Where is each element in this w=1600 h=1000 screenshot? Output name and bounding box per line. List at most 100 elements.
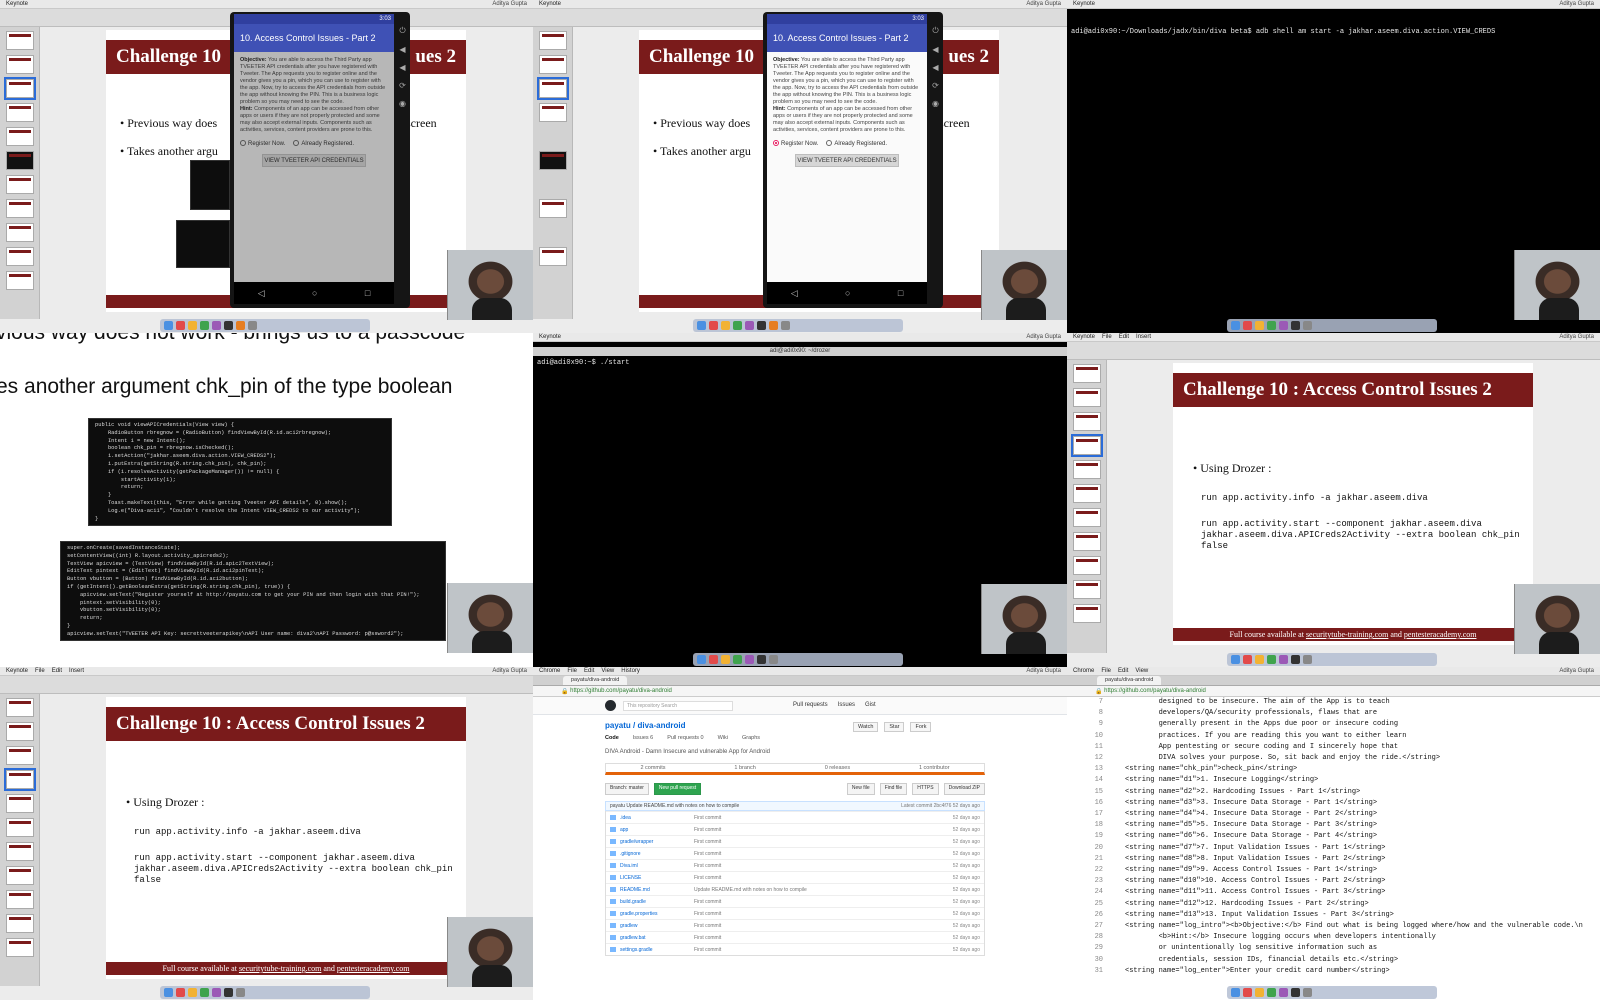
slide-thumbnail[interactable] bbox=[539, 151, 567, 170]
address-bar[interactable]: 🔒 https://github.com/payatu/diva-android bbox=[533, 686, 1067, 697]
line-number[interactable]: 24 bbox=[1077, 887, 1103, 898]
slide-thumbnail[interactable] bbox=[4, 77, 36, 100]
file-name[interactable]: .idea bbox=[620, 815, 694, 821]
file-name[interactable]: Diva.iml bbox=[620, 863, 694, 869]
file-name[interactable]: gradlew.bat bbox=[620, 935, 694, 941]
app-icon[interactable] bbox=[212, 988, 221, 997]
line-number[interactable]: 26 bbox=[1077, 910, 1103, 921]
tab-wiki[interactable]: Wiki bbox=[718, 735, 728, 741]
finder-icon[interactable] bbox=[1231, 988, 1240, 997]
back-icon[interactable]: ◁ bbox=[791, 288, 798, 299]
file-commit-message[interactable]: First commit bbox=[694, 935, 930, 941]
camera-icon[interactable]: ◉ bbox=[399, 99, 406, 108]
app-icon[interactable] bbox=[721, 655, 730, 664]
new-pull-request-button[interactable]: New pull request bbox=[653, 783, 702, 795]
footer-link-securitytube[interactable]: securitytube-training.com bbox=[1306, 630, 1388, 639]
line-number[interactable]: 18 bbox=[1077, 820, 1103, 831]
power-icon[interactable]: ⏻ bbox=[932, 26, 938, 36]
footer-link-pentesteracademy[interactable]: pentesteracademy.com bbox=[1404, 630, 1477, 639]
nav-gist[interactable]: Gist bbox=[865, 702, 876, 708]
app-icon[interactable] bbox=[709, 321, 718, 330]
camera-icon[interactable]: ◉ bbox=[932, 99, 939, 108]
home-icon[interactable]: ○ bbox=[312, 288, 317, 298]
slide-thumbnail[interactable] bbox=[6, 247, 34, 266]
menu-label[interactable]: File bbox=[35, 668, 45, 674]
new-file-button[interactable]: New file bbox=[846, 783, 875, 795]
slide-thumbnail[interactable] bbox=[537, 77, 569, 100]
line-number[interactable]: 7 bbox=[1077, 697, 1103, 708]
trash-icon[interactable] bbox=[769, 655, 778, 664]
file-row[interactable]: gradle.properties First commit 52 days ago bbox=[606, 907, 984, 919]
file-row[interactable]: gradlew First commit 52 days ago bbox=[606, 919, 984, 931]
app-icon[interactable] bbox=[709, 655, 718, 664]
file-row[interactable]: gradlew.bat First commit 52 days ago bbox=[606, 931, 984, 943]
slide-thumbnail[interactable] bbox=[6, 842, 34, 861]
trash-icon[interactable] bbox=[248, 321, 257, 330]
slide-thumbnail[interactable] bbox=[6, 127, 34, 146]
file-row[interactable]: .gitignore First commit 52 days ago bbox=[606, 847, 984, 859]
browser-tab[interactable]: payatu/diva-android bbox=[1097, 676, 1162, 685]
line-number[interactable]: 19 bbox=[1077, 831, 1103, 842]
app-icon[interactable] bbox=[176, 321, 185, 330]
finder-icon[interactable] bbox=[697, 321, 706, 330]
menu-label[interactable]: File bbox=[1102, 334, 1112, 340]
terminal-icon[interactable] bbox=[757, 321, 766, 330]
volume-up-icon[interactable]: ◀ bbox=[399, 45, 405, 54]
radio-already-registered[interactable]: Already Registered. bbox=[293, 140, 354, 148]
radio-register-now[interactable]: Register Now. bbox=[773, 140, 818, 148]
line-number[interactable]: 10 bbox=[1077, 731, 1103, 742]
menu-label[interactable]: Insert bbox=[1136, 334, 1151, 340]
recents-icon[interactable]: □ bbox=[365, 288, 370, 298]
app-icon[interactable] bbox=[236, 321, 245, 330]
menu-label[interactable]: File bbox=[1101, 668, 1111, 674]
clone-protocol-button[interactable]: HTTPS bbox=[912, 783, 939, 795]
slide-thumbnail[interactable] bbox=[1073, 364, 1101, 383]
menu-label[interactable]: Edit bbox=[584, 668, 594, 674]
line-number[interactable]: 29 bbox=[1077, 943, 1103, 954]
radio-register-now[interactable]: Register Now. bbox=[240, 140, 285, 148]
app-icon[interactable] bbox=[212, 321, 221, 330]
app-icon[interactable] bbox=[188, 321, 197, 330]
slide-thumbnail[interactable] bbox=[1073, 556, 1101, 575]
tab-issues[interactable]: Issues 6 bbox=[633, 735, 653, 741]
file-name[interactable]: LICENSE bbox=[620, 875, 694, 881]
file-commit-message[interactable]: First commit bbox=[694, 947, 930, 953]
footer-link-pentesteracademy[interactable]: pentesteracademy.com bbox=[337, 964, 410, 973]
finder-icon[interactable] bbox=[697, 655, 706, 664]
terminal-icon[interactable] bbox=[224, 988, 233, 997]
slide-thumbnail[interactable] bbox=[6, 271, 34, 290]
volume-up-icon[interactable]: ◀ bbox=[932, 45, 938, 54]
view-credentials-button[interactable]: VIEW TVEETER API CREDENTIALS bbox=[795, 154, 899, 167]
menu-label[interactable]: View bbox=[1135, 668, 1148, 674]
menu-label[interactable]: Edit bbox=[52, 668, 62, 674]
menu-label[interactable]: Keynote bbox=[1073, 1, 1095, 7]
app-icon[interactable] bbox=[1255, 988, 1264, 997]
app-icon[interactable] bbox=[1267, 988, 1276, 997]
source-viewer[interactable]: 7 designed to be insecure. The aim of th… bbox=[1077, 697, 1600, 986]
slide-thumbnail[interactable] bbox=[6, 746, 34, 765]
line-number[interactable]: 14 bbox=[1077, 775, 1103, 786]
fork-button[interactable]: Fork bbox=[910, 722, 932, 732]
branch-select[interactable]: Branch: master bbox=[605, 783, 649, 795]
slide-thumbnail[interactable] bbox=[6, 103, 34, 122]
slide-thumbnail[interactable] bbox=[1073, 508, 1101, 527]
file-row[interactable]: settings.gradle First commit 52 days ago bbox=[606, 943, 984, 955]
line-number[interactable]: 16 bbox=[1077, 798, 1103, 809]
back-icon[interactable]: ◁ bbox=[258, 288, 265, 299]
app-icon[interactable] bbox=[1279, 321, 1288, 330]
menu-label[interactable]: Edit bbox=[1119, 334, 1129, 340]
tab-graphs[interactable]: Graphs bbox=[742, 735, 760, 741]
slide-thumbnail[interactable] bbox=[539, 199, 567, 218]
app-icon[interactable] bbox=[1255, 655, 1264, 664]
trash-icon[interactable] bbox=[1303, 655, 1312, 664]
stat-commits[interactable]: 2 commits bbox=[640, 765, 665, 771]
app-icon[interactable] bbox=[1267, 321, 1276, 330]
line-number[interactable]: 9 bbox=[1077, 719, 1103, 730]
stat-releases[interactable]: 0 releases bbox=[825, 765, 850, 771]
finder-icon[interactable] bbox=[164, 321, 173, 330]
slide-thumbnail[interactable] bbox=[6, 31, 34, 50]
slide-thumbnail[interactable] bbox=[6, 199, 34, 218]
file-row[interactable]: gradle/wrapper First commit 52 days ago bbox=[606, 835, 984, 847]
file-name[interactable]: gradle.properties bbox=[620, 911, 694, 917]
trash-icon[interactable] bbox=[236, 988, 245, 997]
